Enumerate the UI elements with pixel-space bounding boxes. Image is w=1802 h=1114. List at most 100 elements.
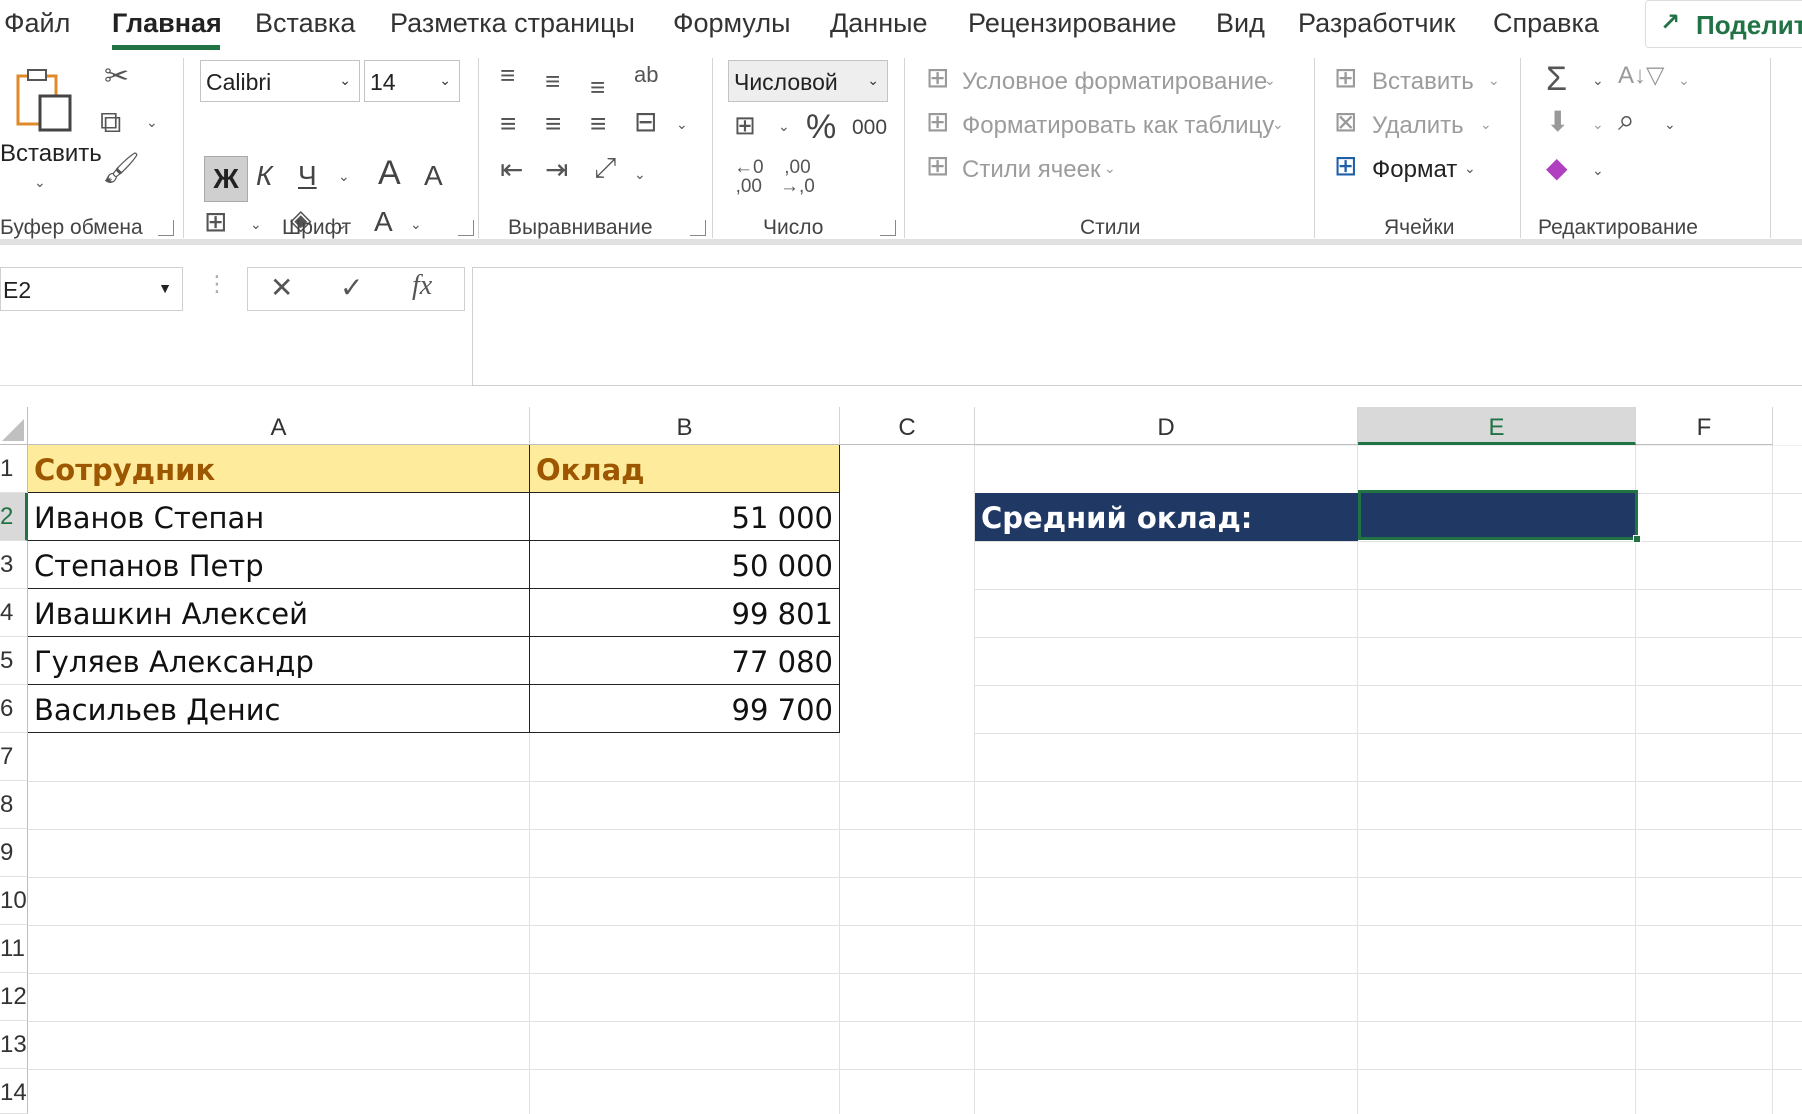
find-dropdown-icon[interactable]: ⌄ — [1664, 116, 1676, 133]
font-color-dropdown-icon[interactable]: ⌄ — [410, 216, 422, 233]
thousands-button[interactable]: 000 — [852, 116, 887, 140]
borders-dropdown-icon[interactable]: ⌄ — [250, 216, 262, 233]
row-header[interactable]: 12 — [0, 973, 28, 1021]
grow-font-button[interactable]: A — [378, 154, 401, 193]
as-table-dropdown-icon[interactable]: ⌄ — [1272, 116, 1284, 133]
cut-icon[interactable]: ✂ — [104, 62, 129, 92]
fill-icon[interactable]: ⬇ — [1546, 108, 1569, 136]
orientation-dropdown-icon[interactable]: ⌄ — [634, 166, 646, 183]
wrap-text-icon[interactable]: ab — [634, 64, 658, 86]
cell-styles-button[interactable]: Стили ячеек — [962, 156, 1101, 184]
employee-salary-cell[interactable]: 50 000 — [530, 541, 840, 589]
row-header[interactable]: 6 — [0, 685, 28, 733]
borders-icon[interactable]: ⊞ — [204, 208, 227, 236]
average-label-cell[interactable]: Средний оклад: — [975, 493, 1358, 541]
format-dropdown-icon[interactable]: ⌄ — [1464, 160, 1476, 177]
employee-name-cell[interactable]: Степанов Петр — [28, 541, 530, 589]
number-launcher-icon[interactable] — [880, 220, 896, 236]
align-top-icon[interactable]: ≡ — [500, 62, 515, 88]
tab-insert[interactable]: Вставка — [255, 8, 355, 39]
increase-indent-icon[interactable]: ⇥ — [545, 156, 568, 184]
table-header-name[interactable]: Сотрудник — [28, 445, 530, 493]
employee-name-cell[interactable]: Иванов Степан — [28, 493, 530, 541]
cancel-icon[interactable]: ✕ — [270, 274, 293, 302]
row-header[interactable]: 10 — [0, 877, 28, 925]
employee-name-cell[interactable]: Гуляев Александр — [28, 637, 530, 685]
tab-data[interactable]: Данные — [830, 8, 928, 39]
format-cells-button[interactable]: Формат — [1372, 156, 1457, 184]
formula-input[interactable] — [472, 267, 1802, 386]
tab-home[interactable]: Главная — [112, 8, 222, 39]
delete-cells-button[interactable]: Удалить — [1372, 112, 1464, 140]
find-icon[interactable]: ⌕ — [1618, 106, 1635, 136]
selected-cell-e2[interactable] — [1358, 490, 1638, 540]
clipboard-launcher-icon[interactable] — [158, 220, 174, 236]
font-name-select[interactable]: Calibri ⌄ — [200, 60, 360, 102]
percent-button[interactable]: % — [806, 108, 836, 147]
column-header-a[interactable]: A — [28, 407, 530, 445]
autosum-dropdown-icon[interactable]: ⌄ — [1592, 72, 1604, 89]
alignment-launcher-icon[interactable] — [690, 220, 706, 236]
column-header-f[interactable]: F — [1636, 407, 1773, 445]
employee-salary-cell[interactable]: 99 801 — [530, 589, 840, 637]
currency-icon[interactable]: ⊞ — [734, 112, 756, 138]
row-header[interactable]: 13 — [0, 1021, 28, 1069]
row-header[interactable]: 4 — [0, 589, 28, 637]
conditional-dropdown-icon[interactable]: ⌄ — [1264, 72, 1276, 89]
employee-salary-cell[interactable]: 77 080 — [530, 637, 840, 685]
enter-icon[interactable]: ✓ — [340, 274, 363, 302]
merge-dropdown-icon[interactable]: ⌄ — [676, 116, 688, 133]
bold-button[interactable]: Ж — [204, 156, 248, 202]
font-color-button[interactable]: A — [374, 206, 393, 238]
row-header[interactable]: 1 — [0, 445, 28, 493]
sort-dropdown-icon[interactable]: ⌄ — [1678, 72, 1690, 89]
row-header[interactable]: 14 — [0, 1069, 28, 1114]
decrease-decimal-icon[interactable]: ,00 →,0 — [780, 158, 815, 196]
employee-name-cell[interactable]: Ивашкин Алексей — [28, 589, 530, 637]
format-as-table-button[interactable]: Форматировать как таблицу — [962, 112, 1274, 140]
insert-dropdown-icon[interactable]: ⌄ — [1488, 72, 1500, 89]
align-center-icon[interactable]: ≡ — [545, 110, 561, 138]
name-box[interactable]: E2 ▼ — [0, 267, 183, 311]
align-right-icon[interactable]: ≡ — [590, 110, 606, 138]
currency-dropdown-icon[interactable]: ⌄ — [778, 118, 790, 135]
row-header[interactable]: 5 — [0, 637, 28, 685]
sort-filter-icon[interactable]: A↓▽ — [1618, 64, 1664, 88]
delete-dropdown-icon[interactable]: ⌄ — [1480, 116, 1492, 133]
underline-dropdown-icon[interactable]: ⌄ — [338, 168, 350, 185]
column-header-d[interactable]: D — [975, 407, 1358, 445]
font-launcher-icon[interactable] — [458, 220, 474, 236]
row-header[interactable]: 8 — [0, 781, 28, 829]
copy-icon[interactable]: ⧉ — [100, 108, 121, 138]
employee-salary-cell[interactable]: 51 000 — [530, 493, 840, 541]
number-format-select[interactable]: Числовой ⌄ — [728, 60, 888, 102]
tab-developer[interactable]: Разработчик — [1298, 8, 1455, 39]
column-header-c[interactable]: C — [840, 407, 975, 445]
table-header-salary[interactable]: Оклад — [530, 445, 840, 493]
clear-icon[interactable]: ◆ — [1546, 154, 1568, 182]
row-header[interactable]: 3 — [0, 541, 28, 589]
tab-view[interactable]: Вид — [1216, 8, 1265, 39]
align-bottom-icon[interactable]: ≡ — [590, 74, 605, 100]
merge-icon[interactable]: ⊟ — [634, 108, 657, 136]
fill-handle[interactable] — [1633, 535, 1641, 543]
format-painter-icon[interactable]: 🖌 — [102, 154, 140, 184]
drag-handle-icon[interactable]: ⋮ — [206, 273, 228, 295]
select-all-button[interactable] — [0, 407, 28, 445]
employee-salary-cell[interactable]: 99 700 — [530, 685, 840, 733]
column-header-b[interactable]: B — [530, 407, 840, 445]
tab-help[interactable]: Справка — [1493, 8, 1599, 39]
align-middle-icon[interactable]: ≡ — [545, 68, 560, 94]
row-header[interactable]: 11 — [0, 925, 28, 973]
tab-page-layout[interactable]: Разметка страницы — [390, 8, 635, 39]
clear-dropdown-icon[interactable]: ⌄ — [1592, 162, 1604, 179]
shrink-font-button[interactable]: A — [424, 160, 443, 192]
insert-cells-button[interactable]: Вставить — [1372, 68, 1474, 96]
underline-button[interactable]: Ч — [298, 160, 317, 192]
paste-dropdown-icon[interactable]: ⌄ — [34, 174, 46, 191]
orientation-icon[interactable]: ⤢ — [594, 154, 616, 182]
decrease-indent-icon[interactable]: ⇤ — [500, 156, 523, 184]
tab-formulas[interactable]: Формулы — [673, 8, 791, 39]
column-header-e[interactable]: E — [1358, 407, 1636, 445]
row-header[interactable]: 9 — [0, 829, 28, 877]
